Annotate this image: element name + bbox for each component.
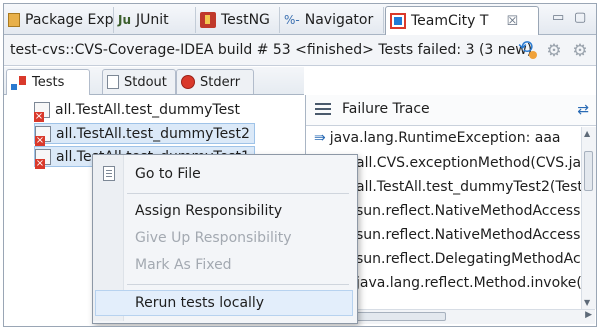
tab-stderr[interactable]: Stderr <box>176 69 254 94</box>
build-status-bar: test-cvs::CVS-Coverage-IDEA build # 53 <… <box>4 35 596 66</box>
tab-navigator[interactable]: %- Navigator <box>280 7 384 33</box>
scroll-thumb[interactable] <box>584 151 593 191</box>
build-status-text: test-cvs::CVS-Coverage-IDEA build # 53 <… <box>10 42 537 58</box>
tab-label: TestNG <box>221 12 270 28</box>
menu-item-give-up-responsibility[interactable]: Give Up Responsibility <box>95 225 353 251</box>
teamcity-icon <box>390 13 406 29</box>
test-name: all.TestAll.test_dummyTest2 <box>56 125 250 142</box>
menu-item-rerun-tests-locally[interactable]: Rerun tests locally <box>95 290 353 316</box>
tab-label: Tests <box>32 75 65 90</box>
trace-line[interactable]: ⇛ java.lang.RuntimeException: aaa <box>314 128 560 148</box>
close-icon[interactable]: ☒ <box>506 14 518 29</box>
assign-icon[interactable]: ⚙ <box>544 41 564 61</box>
tab-label: Navigator <box>304 12 374 28</box>
exception-icon: ⇛ <box>314 130 326 146</box>
scroll-right-icon[interactable]: ▶ <box>585 310 592 320</box>
tab-label: Stdout <box>124 74 167 90</box>
tab-teamcity[interactable]: TeamCity T ☒ <box>385 6 539 35</box>
menu-item-assign-responsibility[interactable]: Assign Responsibility <box>95 198 353 224</box>
tab-package-explorer[interactable]: Package Exp <box>4 7 114 33</box>
failed-test-icon <box>34 101 50 122</box>
file-icon <box>103 166 115 181</box>
trace-line[interactable]: java.lang.reflect.Method.invoke(M <box>356 273 594 293</box>
failure-trace-title: Failure Trace <box>342 101 430 117</box>
menu-item-go-to-file[interactable]: Go to File <box>95 161 353 187</box>
tab-label: Package Exp <box>25 12 114 28</box>
navigator-icon: %- <box>284 13 300 27</box>
failed-test-icon <box>35 148 51 169</box>
menu-item-label: Give Up Responsibility <box>135 230 292 246</box>
filter-stack-icon[interactable]: ⇄ <box>577 102 589 118</box>
test-row[interactable]: all.TestAll.test_dummyTest2 <box>34 123 255 146</box>
menu-item-mark-as-fixed[interactable]: Mark As Fixed <box>95 252 353 278</box>
maximize-icon[interactable]: ▢ <box>574 10 586 25</box>
junit-icon: Ju <box>118 13 132 27</box>
tab-label: JUnit <box>136 12 169 28</box>
menu-separator <box>127 193 349 194</box>
teamcity-view-window: Package Exp Ju JUnit TestNG %- Navigator… <box>3 3 597 327</box>
trace-line[interactable]: sun.reflect.DelegatingMethodAcc <box>356 249 588 269</box>
minimize-icon[interactable]: ▭ <box>552 10 564 25</box>
vertical-scrollbar[interactable]: ▲ ▼ <box>581 127 596 309</box>
tab-tests[interactable]: Tests <box>6 69 90 95</box>
rerun-icon[interactable] <box>517 37 537 61</box>
view-tab-bar: Package Exp Ju JUnit TestNG %- Navigator… <box>4 4 596 35</box>
menu-item-label: Rerun tests locally <box>135 295 265 311</box>
tab-stdout[interactable]: Stdout <box>102 69 176 94</box>
menu-item-label: Mark As Fixed <box>135 257 232 273</box>
test-row[interactable]: all.TestAll.test_dummyTest <box>34 99 244 122</box>
tests-icon <box>11 75 27 90</box>
trace-line[interactable]: sun.reflect.NativeMethodAccessc <box>356 225 588 245</box>
scroll-down-icon[interactable]: ▼ <box>584 298 590 307</box>
result-tab-bar: Tests Stdout Stderr <box>4 67 304 95</box>
error-icon <box>181 75 195 89</box>
menu-icon[interactable] <box>315 103 331 115</box>
trace-text: java.lang.RuntimeException: aaa <box>329 130 561 146</box>
menu-separator <box>127 284 349 285</box>
testng-icon <box>200 12 216 28</box>
package-icon <box>8 13 20 27</box>
failed-test-icon <box>35 125 51 146</box>
document-icon <box>107 75 119 89</box>
scroll-thumb[interactable] <box>346 312 446 321</box>
scroll-up-icon[interactable]: ▲ <box>584 129 590 138</box>
context-menu: Go to File Assign Responsibility Give Up… <box>92 154 358 324</box>
menu-item-label: Assign Responsibility <box>135 203 283 219</box>
trace-line[interactable]: all.TestAll.test_dummyTest2(Test <box>356 177 583 197</box>
tab-label: TeamCity T <box>411 13 489 29</box>
trace-line[interactable]: sun.reflect.NativeMethodAccessc <box>356 201 588 221</box>
settings-icon[interactable]: ⚙ <box>570 41 590 61</box>
test-name: all.TestAll.test_dummyTest <box>55 101 240 118</box>
failure-trace-header: Failure Trace ⇄ <box>306 95 596 126</box>
tab-label: Stderr <box>200 74 241 90</box>
trace-line[interactable]: all.CVS.exceptionMethod(CVS.jav <box>356 153 589 173</box>
menu-item-label: Go to File <box>135 166 201 182</box>
tab-testng[interactable]: TestNG <box>196 7 280 33</box>
tab-junit[interactable]: Ju JUnit <box>114 7 196 33</box>
